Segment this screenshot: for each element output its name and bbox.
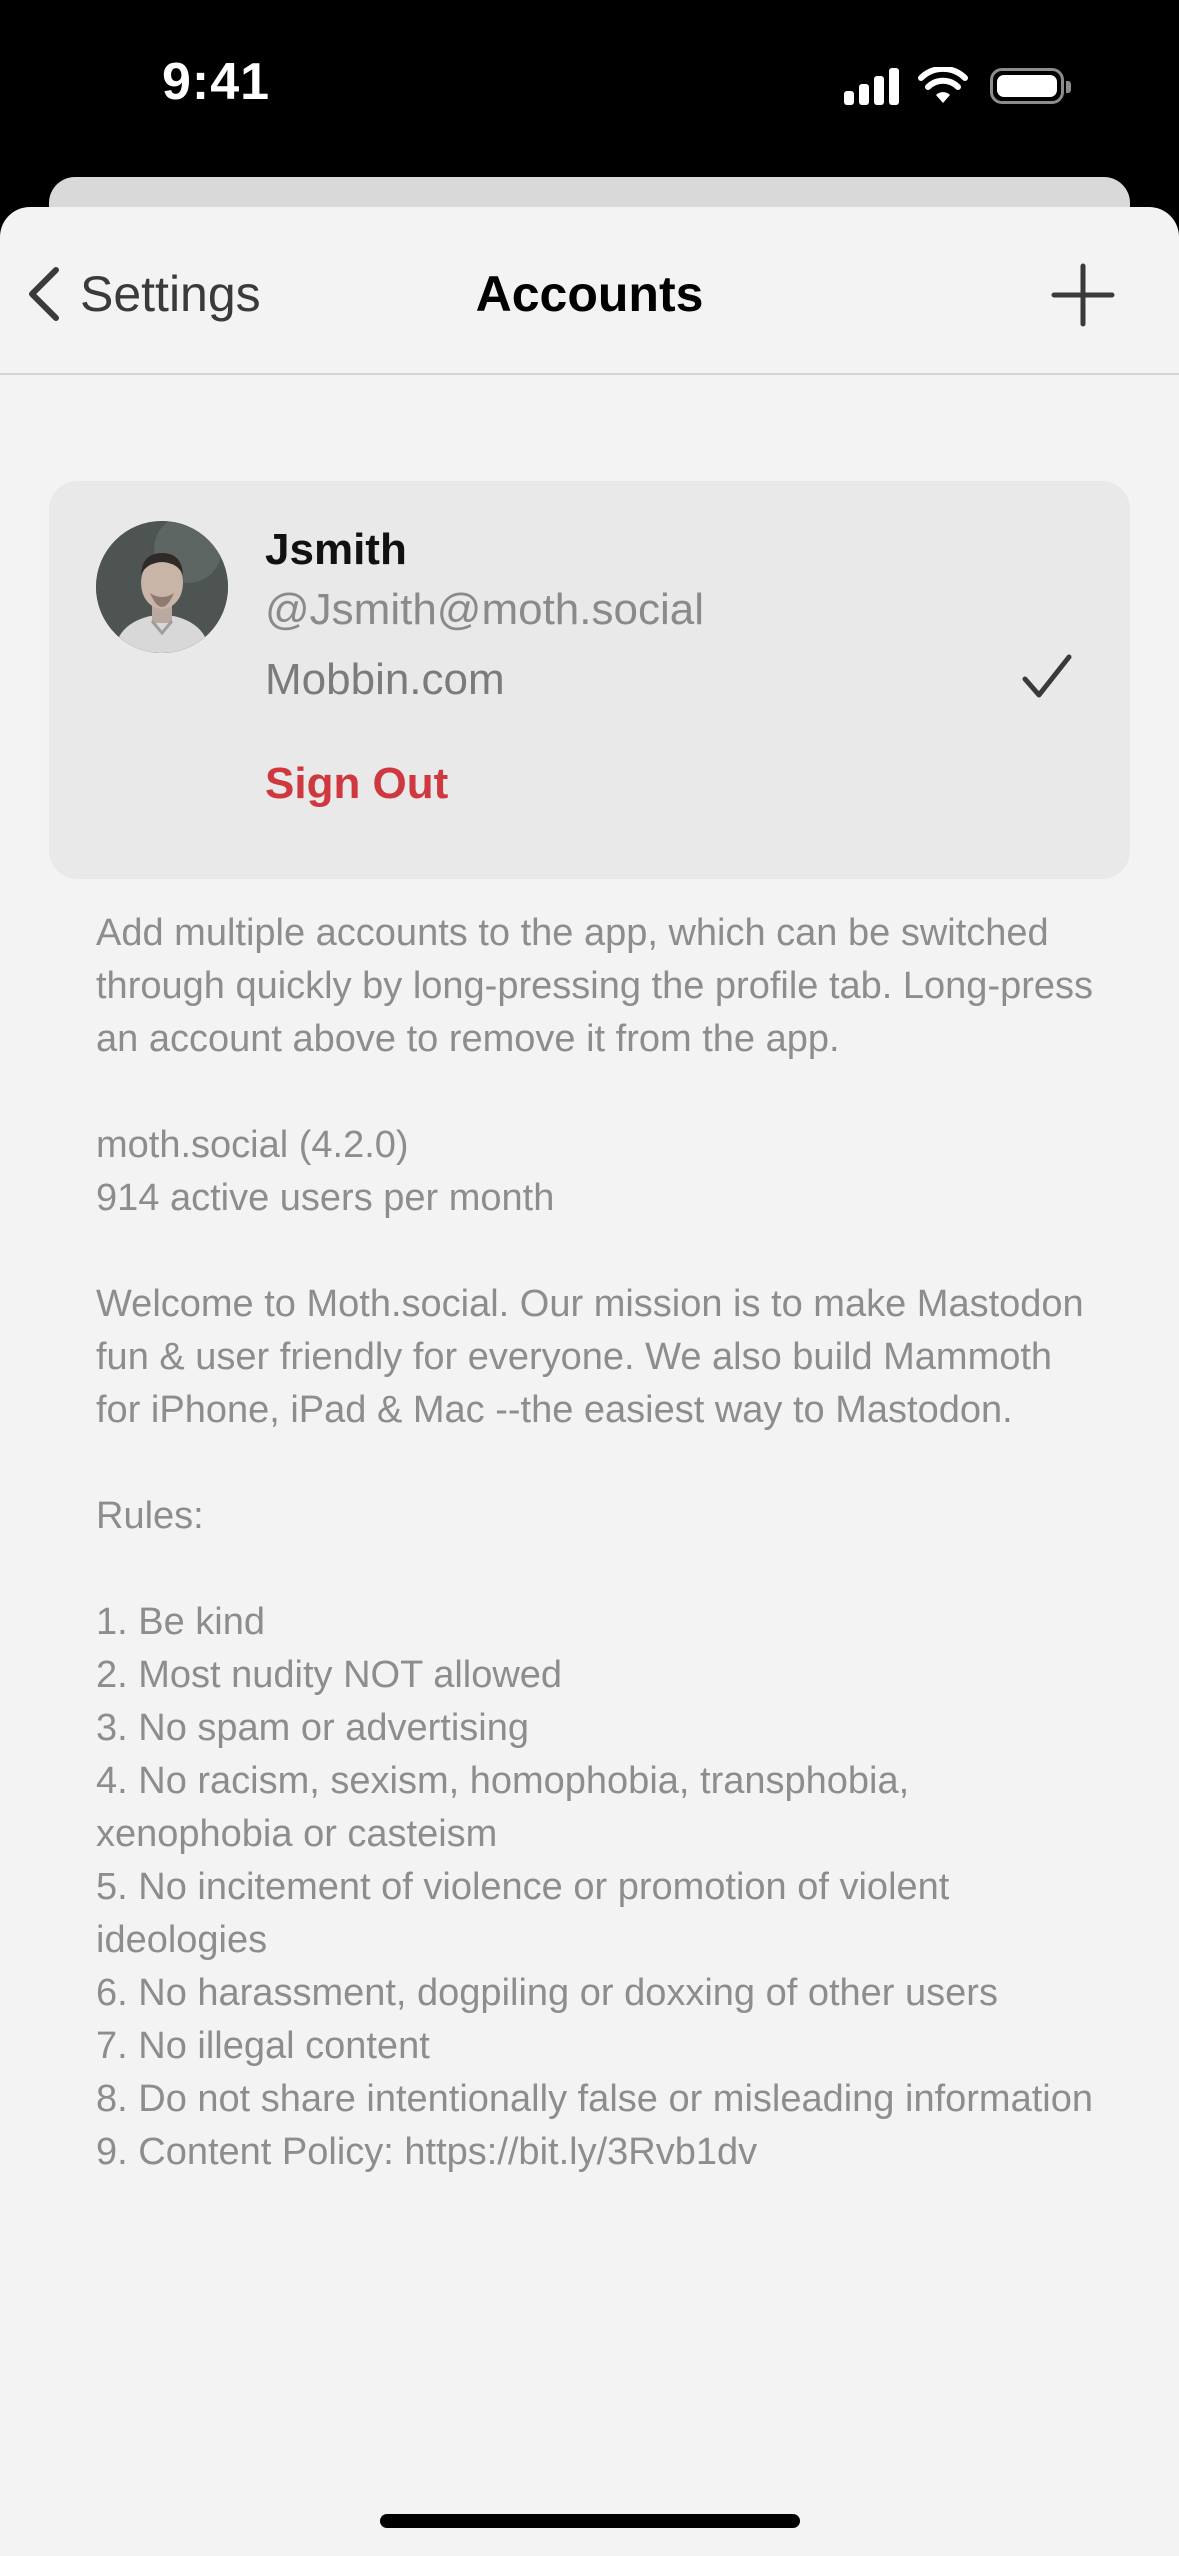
- account-handle: @Jsmith@moth.social: [265, 585, 704, 634]
- checkmark-icon: [1022, 654, 1072, 698]
- wifi-icon: [918, 67, 968, 103]
- add-account-button[interactable]: [1050, 262, 1116, 328]
- account-server: Mobbin.com: [265, 655, 505, 704]
- rules-heading: Rules:: [96, 1495, 204, 1537]
- battery-icon: [990, 68, 1071, 104]
- account-row[interactable]: Jsmith @Jsmith@moth.social Mobbin.com Si…: [49, 481, 1130, 879]
- profile-photo: [96, 521, 228, 653]
- rule-item: 5. No incitement of violence or promotio…: [96, 1866, 950, 1961]
- multi-account-hint: Add multiple accounts to the app, which …: [96, 912, 1094, 1060]
- accounts-sheet: Settings Accounts Jsmith @Jsmith@moth.so…: [0, 207, 1179, 2556]
- status-icons: [844, 66, 1071, 106]
- page-title: Accounts: [475, 266, 704, 322]
- instance-version: moth.social (4.2.0): [96, 1124, 409, 1166]
- rule-item: 3. No spam or advertising: [96, 1707, 529, 1749]
- active-users: 914 active users per month: [96, 1177, 555, 1219]
- rule-item: 7. No illegal content: [96, 2025, 430, 2067]
- rule-item: 8. Do not share intentionally false or m…: [96, 2078, 1093, 2120]
- navigation-bar: Settings Accounts: [0, 207, 1179, 375]
- rule-item: 2. Most nudity NOT allowed: [96, 1654, 563, 1696]
- account-display-name: Jsmith: [265, 525, 407, 574]
- rule-item: 6. No harassment, dogpiling or doxxing o…: [96, 1972, 998, 2014]
- rule-item: 1. Be kind: [96, 1601, 265, 1643]
- home-indicator[interactable]: [380, 2514, 800, 2528]
- status-time: 9:41: [162, 53, 271, 111]
- cellular-signal-icon: [844, 67, 904, 105]
- rule-item: 9. Content Policy: https://bit.ly/3Rvb1d…: [96, 2131, 758, 2173]
- instance-description: Welcome to Moth.social. Our mission is t…: [96, 1283, 1084, 1431]
- status-bar: 9:41: [0, 0, 1179, 170]
- instance-info: Add multiple accounts to the app, which …: [96, 907, 1096, 2179]
- rule-item: 4. No racism, sexism, homophobia, transp…: [96, 1760, 910, 1855]
- sign-out-button[interactable]: Sign Out: [265, 759, 448, 809]
- avatar: [96, 521, 228, 653]
